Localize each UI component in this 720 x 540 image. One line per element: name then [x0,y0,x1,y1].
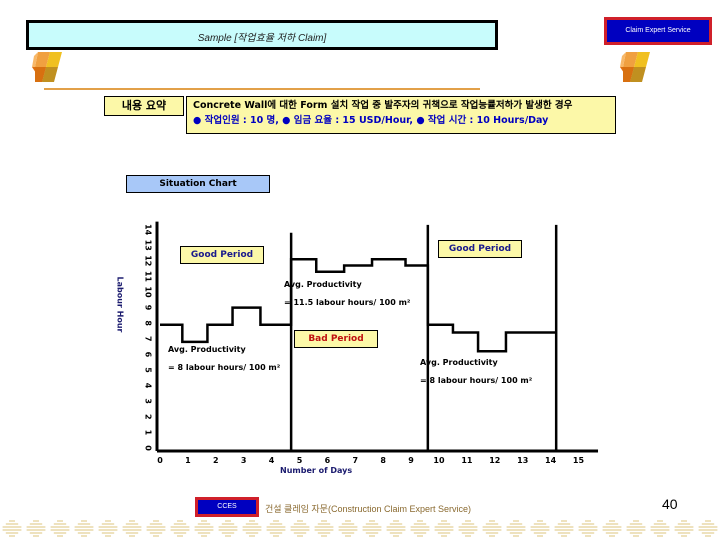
bad-period-label: Bad Period [294,330,378,348]
y-axis-label: Labour Hour [115,276,125,333]
page-title: Sample [작업효율 저하 Claim] [197,33,327,44]
good-period-label-2: Good Period [438,240,522,258]
y-tick-label: 11 [144,271,153,283]
y-tick-label: 8 [144,320,153,326]
summary-line-1: Concrete Wall에 대한 Form 설치 작업 중 발주자의 귀책으로… [193,100,573,111]
header-divider-right [44,88,479,90]
y-tick-label: 2 [144,414,153,420]
y-tick-label: 14 [144,224,153,236]
x-tick-label: 2 [213,456,219,465]
x-tick-label: 15 [573,456,585,465]
x-tick-label: 6 [325,456,331,465]
summary-line-2: ● 작업인원 : 10 명, ● 임금 요율 : 15 USD/Hour, ● … [193,115,549,126]
y-tick-label: 6 [144,352,153,358]
summary-box: Concrete Wall에 대한 Form 설치 작업 중 발주자의 귀책으로… [186,96,616,134]
y-tick-label: 0 [144,445,153,451]
footer-badge: CCES [195,497,259,517]
x-tick-label: 14 [545,456,557,465]
y-tick-label: 13 [144,240,153,251]
x-tick-label: 0 [157,456,163,465]
y-tick-label: 9 [144,305,153,311]
x-tick-label: 10 [433,456,445,465]
y-tick-label: 3 [144,398,153,404]
avg-productivity-region-2: Avg. Productivity = 11.5 labour hours/ 1… [284,276,410,312]
cube-logo-icon-left [32,52,62,82]
situation-chart-label: Situation Chart [126,175,270,193]
avg-productivity-value: = 8 labour hours/ 100 m² [168,363,281,372]
x-tick-label: 3 [241,456,247,465]
avg-productivity-region-1: Avg. Productivity = 8 labour hours/ 100 … [168,341,280,377]
x-tick-label: 1 [185,456,191,465]
title-bar: Sample [작업효율 저하 Claim] [26,20,498,50]
x-tick-label: 5 [297,456,303,465]
avg-productivity-label: Avg. Productivity [284,280,362,289]
summary-label: 내용 요약 [104,96,184,116]
avg-productivity-value: = 11.5 labour hours/ 100 m² [284,298,411,307]
footer-decorative-pattern [2,520,718,537]
y-tick-label: 7 [144,336,153,342]
good-period-label-1: Good Period [180,246,264,264]
x-tick-label: 13 [517,456,528,465]
avg-productivity-region-3: Avg. Productivity = 8 labour hours/ 100 … [420,354,532,390]
avg-productivity-label: Avg. Productivity [168,345,246,354]
situation-chart: 012345678910111213140 1 2 3 4 5 6 7 8 9 10 11 12 13 14… [144,221,599,465]
x-axis-label: Number of Days [280,466,353,475]
x-tick-label: 9 [408,456,414,465]
y-tick-label: 1 [144,430,153,436]
y-tick-label: 4 [144,383,153,389]
footer-text: 건설 클레임 자문(Construction Claim Expert Serv… [265,504,472,514]
x-tick-label: 12 [489,456,500,465]
avg-productivity-value: = 8 labour hours/ 100 m² [420,376,533,385]
y-tick-label: 10 [144,286,153,298]
cube-logo-icon-right [620,52,650,82]
x-tick-label: 7 [353,456,359,465]
x-tick-label: 4 [269,456,275,465]
y-tick-label: 5 [144,367,153,373]
brand-badge: Claim Expert Service [604,17,712,45]
x-tick-label: 11 [461,456,473,465]
avg-productivity-label: Avg. Productivity [420,358,498,367]
x-tick-label: 8 [380,456,386,465]
y-tick-label: 12 [144,255,153,266]
page-number: 40 [662,496,678,512]
